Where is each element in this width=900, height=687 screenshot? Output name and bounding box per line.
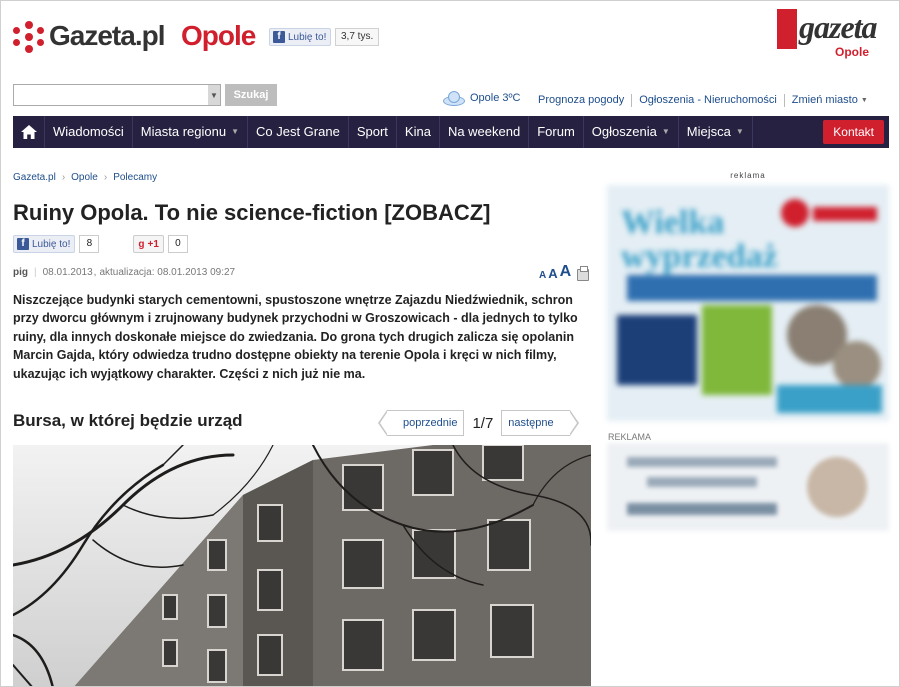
breadcrumb-separator-icon: › [103, 172, 108, 183]
google-plus-count: 0 [167, 235, 188, 253]
main-nav: Wiadomości Miasta regionu ▼ Co Jest Grane… [13, 116, 889, 148]
article-lead: Niszczejące budynki starych cementowni, … [13, 293, 578, 381]
article-fb-like-button[interactable]: f Lubię to! [13, 235, 76, 253]
brand-red-block [777, 9, 797, 49]
font-size-small-button[interactable]: A [539, 270, 546, 281]
nav-item-sport[interactable]: Sport [349, 116, 397, 148]
ad-label-2: REKLAMA [608, 432, 652, 442]
gallery-caption: Bursa, w której będzie urząd [13, 411, 243, 430]
weather-text: Opole 3ºC [470, 92, 521, 104]
breadcrumb-item[interactable]: Opole [71, 172, 98, 183]
advertisement-banner[interactable]: Wielka wyprzedaż [607, 185, 889, 421]
gallery-pager: poprzednie 1/7 następne [377, 410, 579, 436]
gazeta-dots-logo-icon[interactable] [13, 21, 45, 53]
search-dropdown-icon[interactable]: ▼ [208, 84, 221, 106]
breadcrumb: Gazeta.pl › Opole › Polecamy [13, 172, 157, 183]
nav-item-events[interactable]: Co Jest Grane [248, 116, 349, 148]
gazeta-brand-logo[interactable]: gazeta Opole [777, 9, 889, 61]
nav-item-classifieds[interactable]: Ogłoszenia ▼ [584, 116, 679, 148]
breadcrumb-item[interactable]: Gazeta.pl [13, 172, 56, 183]
print-icon[interactable] [577, 266, 590, 281]
page-frame: Gazeta.pl Opole f Lubię to! 3,7 tys. gaz… [0, 0, 900, 687]
font-size-large-button[interactable]: A [560, 263, 572, 281]
article-author: pig [13, 267, 28, 278]
link-weather-forecast[interactable]: Prognoza pogody [531, 94, 631, 107]
gallery-next-button[interactable]: następne [501, 410, 579, 436]
weather-widget[interactable]: Opole 3ºC [441, 90, 521, 106]
site-logo-text[interactable]: Gazeta.pl [49, 20, 165, 52]
cloud-icon [441, 90, 467, 106]
nav-item-news[interactable]: Wiadomości [45, 116, 133, 148]
nav-item-cinema[interactable]: Kina [397, 116, 440, 148]
brand-word: gazeta [799, 9, 878, 45]
search-input[interactable] [13, 84, 209, 106]
contact-button[interactable]: Kontakt [823, 120, 884, 144]
home-icon[interactable] [13, 116, 45, 148]
breadcrumb-item[interactable]: Polecamy [113, 172, 157, 183]
nav-item-forum[interactable]: Forum [529, 116, 584, 148]
svg-text:wyprzedaż: wyprzedaż [621, 238, 778, 275]
facebook-icon: f [273, 31, 285, 43]
fb-like-label: Lubię to! [32, 238, 71, 250]
chevron-down-icon: ▼ [231, 127, 239, 136]
gplus-label: +1 [147, 238, 159, 250]
breadcrumb-separator-icon: › [61, 172, 66, 183]
header-fb-like-count: 3,7 tys. [335, 28, 380, 46]
gallery-prev-button[interactable]: poprzednie [377, 410, 465, 436]
link-change-city[interactable]: Zmień miasto ▼ [783, 94, 875, 107]
ad-label: reklama [730, 171, 766, 180]
site-logo-city[interactable]: Opole [181, 20, 256, 52]
gallery-counter: 1/7 [472, 414, 494, 432]
chevron-down-icon: ▼ [860, 97, 868, 104]
link-real-estate[interactable]: Ogłoszenia - Nieruchomości [631, 94, 784, 107]
chevron-down-icon: ▼ [661, 127, 670, 136]
header-fb-like-button[interactable]: f Lubię to! [269, 28, 332, 46]
fb-like-label: Lubię to! [288, 31, 327, 43]
article-fb-like-count: 8 [79, 235, 100, 253]
search-button[interactable]: Szukaj [225, 84, 277, 106]
google-plus-icon: g [138, 238, 145, 250]
font-size-medium-button[interactable]: A [548, 266, 557, 281]
brand-city: Opole [835, 45, 870, 59]
advertisement-banner-2[interactable] [607, 443, 889, 531]
nav-item-region-cities[interactable]: Miasta regionu ▼ [133, 116, 248, 148]
article-date: 08.01.2013 [42, 267, 93, 278]
top-links: Prognoza pogody Ogłoszenia - Nieruchomoś… [531, 94, 875, 107]
social-bar: f Lubię to! 8 g +1 0 [13, 235, 188, 253]
google-plus-button[interactable]: g +1 [133, 235, 164, 253]
article-title: Ruiny Opola. To nie science-fiction [ZOB… [13, 200, 491, 225]
chevron-down-icon: ▼ [735, 127, 744, 136]
article-updated: aktualizacja: 08.01.2013 09:27 [99, 267, 236, 278]
nav-item-places[interactable]: Miejsca ▼ [679, 116, 753, 148]
article-tools: A A A [539, 263, 590, 281]
facebook-icon: f [17, 238, 29, 250]
gallery-photo[interactable] [13, 445, 591, 686]
article-meta: pig | 08.01.2013 , aktualizacja: 08.01.2… [13, 267, 236, 278]
nav-item-weekend[interactable]: Na weekend [440, 116, 530, 148]
svg-text:Wielka: Wielka [621, 204, 724, 241]
